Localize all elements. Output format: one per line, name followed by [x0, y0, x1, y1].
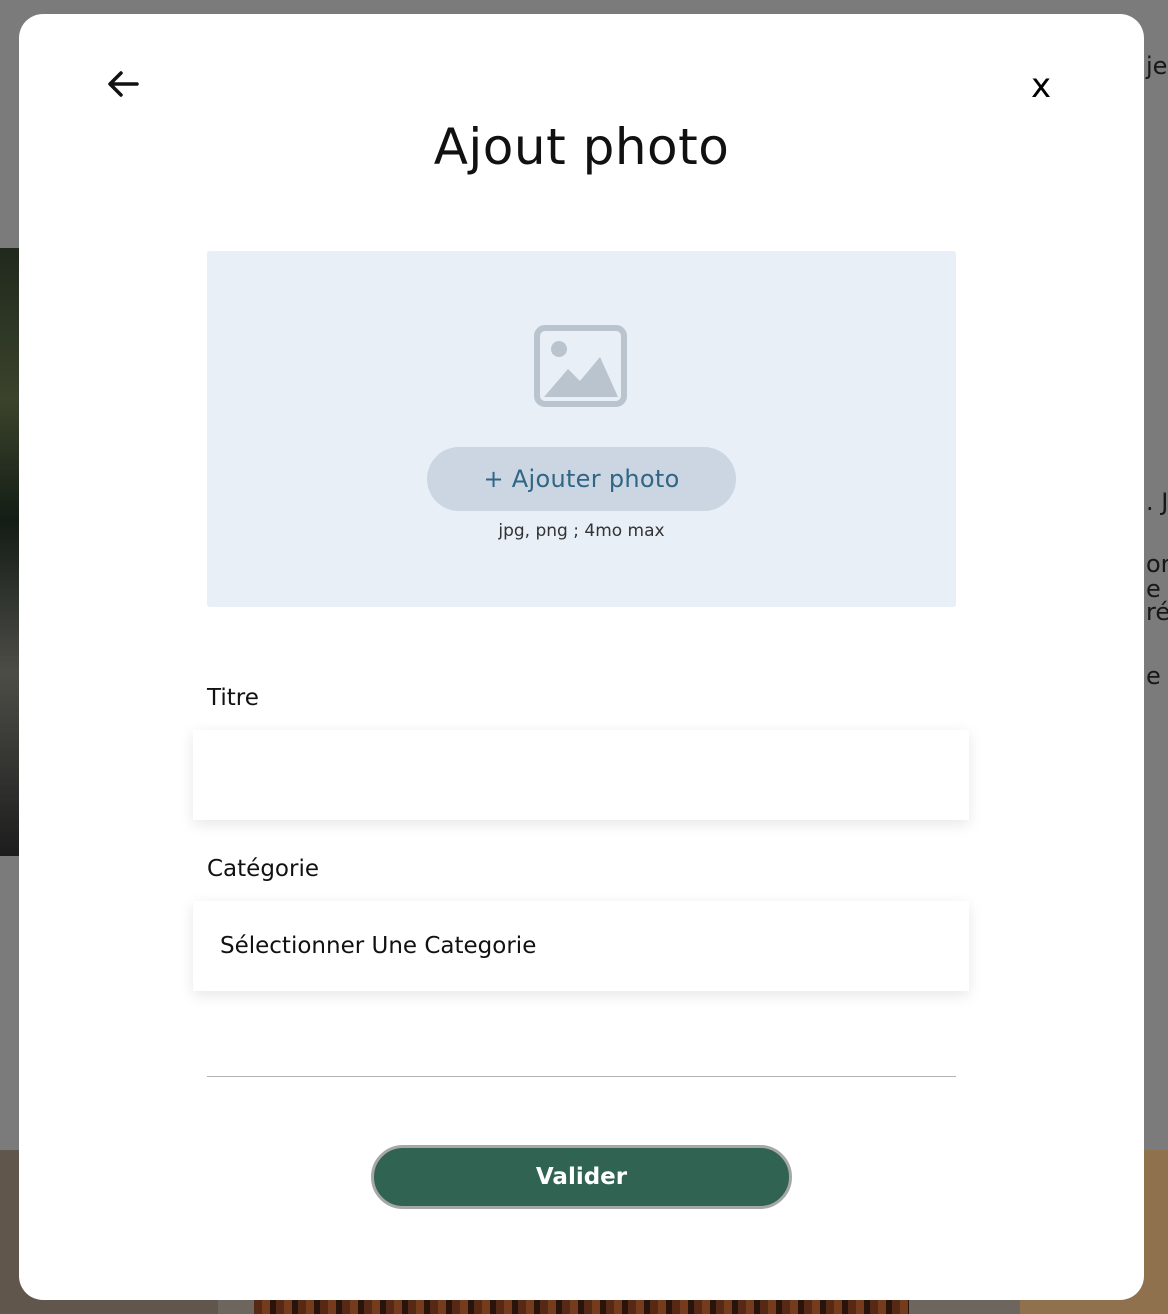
back-button[interactable]: [105, 66, 141, 102]
add-photo-modal: x Ajout photo + Ajouter photo jpg, png ;…: [19, 14, 1144, 1300]
title-field: [193, 730, 969, 820]
category-selected-value: Sélectionner Une Categorie: [220, 933, 537, 959]
form-divider: [207, 1076, 956, 1077]
close-button[interactable]: x: [1023, 64, 1059, 108]
photo-upload-zone[interactable]: + Ajouter photo jpg, png ; 4mo max: [207, 251, 956, 607]
category-select[interactable]: Sélectionner Une Categorie: [193, 901, 969, 991]
submit-button[interactable]: Valider: [371, 1145, 792, 1209]
image-placeholder-icon: [534, 325, 627, 407]
upload-format-hint: jpg, png ; 4mo max: [498, 521, 665, 541]
title-input[interactable]: [193, 730, 969, 820]
modal-title: Ajout photo: [433, 118, 730, 176]
arrow-left-icon: [108, 71, 139, 97]
title-label: Titre: [207, 685, 259, 711]
category-label: Catégorie: [207, 856, 319, 882]
add-photo-button[interactable]: + Ajouter photo: [427, 447, 736, 511]
